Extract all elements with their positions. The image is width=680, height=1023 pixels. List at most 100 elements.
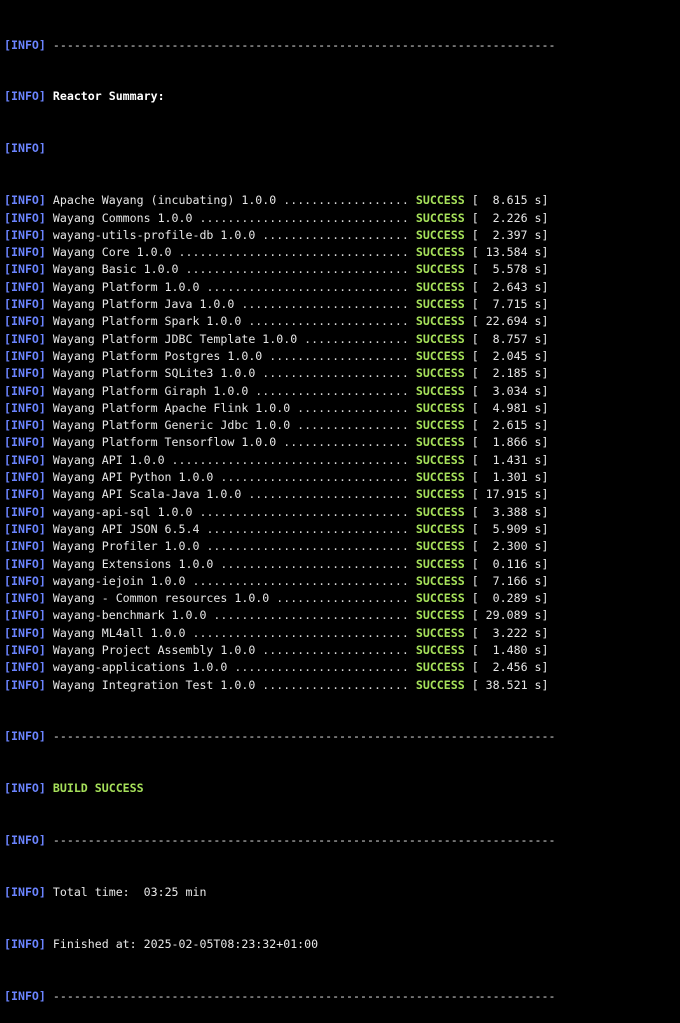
module-row: [INFO] wayang-api-sql 1.0.0 ............… — [4, 504, 680, 521]
info-tag: [INFO] — [4, 833, 46, 848]
finished-at-line: [INFO] Finished at: 2025-02-05T08:23:32+… — [4, 936, 680, 953]
separator: ----------------------------------------… — [52, 729, 556, 744]
time-bracket-close: ] — [541, 504, 549, 519]
module-status: SUCCESS — [415, 521, 465, 536]
separator: ----------------------------------------… — [52, 988, 556, 1003]
separator-line: [INFO] ---------------------------------… — [4, 832, 680, 849]
time-bracket-close: ] — [541, 521, 549, 536]
module-status: SUCCESS — [415, 314, 465, 329]
module-time: 5.909 s — [492, 521, 542, 536]
dot-leader: ........................... — [213, 470, 416, 485]
info-tag: [INFO] — [4, 331, 46, 346]
module-name: Wayang Platform Postgres 1.0.0 — [52, 348, 263, 363]
dot-leader: ..................... — [255, 366, 416, 381]
total-time-line: [INFO] Total time: 03:25 min — [4, 884, 680, 901]
module-time: 2.456 s — [492, 660, 542, 675]
time-bracket-open: [ — [464, 400, 493, 415]
time-bracket-close: ] — [541, 366, 549, 381]
separator: ----------------------------------------… — [52, 37, 556, 52]
info-tag: [INFO] — [4, 297, 46, 312]
module-row: [INFO] Wayang Profiler 1.0.0 ...........… — [4, 538, 680, 555]
module-time: 1.431 s — [492, 452, 542, 467]
time-bracket-open: [ — [464, 435, 493, 450]
module-name: Wayang API JSON 6.5.4 — [52, 521, 200, 536]
time-bracket-open: [ — [464, 470, 493, 485]
dot-leader: ............................... — [185, 625, 416, 640]
module-row: [INFO] Wayang Platform 1.0.0 ...........… — [4, 279, 680, 296]
module-status: SUCCESS — [415, 591, 465, 606]
dot-leader: .............................. — [192, 504, 416, 519]
module-time: 3.388 s — [492, 504, 542, 519]
module-row: [INFO] Wayang - Common resources 1.0.0 .… — [4, 590, 680, 607]
module-row: [INFO] Wayang Commons 1.0.0 ............… — [4, 210, 680, 227]
module-name: Wayang ML4all 1.0.0 — [52, 625, 186, 640]
module-status: SUCCESS — [415, 487, 465, 502]
time-bracket-open: [ — [464, 279, 493, 294]
dot-leader: ............................... — [185, 573, 416, 588]
module-name: Wayang Platform Java 1.0.0 — [52, 297, 235, 312]
module-time: 2.643 s — [492, 279, 542, 294]
time-bracket-close: ] — [541, 331, 549, 346]
module-row: [INFO] Wayang API 1.0.0 ................… — [4, 452, 680, 469]
module-time: 3.034 s — [492, 383, 542, 398]
time-bracket-close: ] — [541, 348, 549, 363]
module-time: 4.981 s — [492, 400, 542, 415]
terminal-output: [INFO] ---------------------------------… — [4, 2, 680, 1023]
info-tag: [INFO] — [4, 556, 46, 571]
time-bracket-open: [ — [464, 660, 493, 675]
time-bracket-close: ] — [541, 660, 549, 675]
module-name: wayang-applications 1.0.0 — [52, 660, 228, 675]
dot-leader: ............................ — [206, 608, 416, 623]
time-bracket-open: [ — [464, 573, 493, 588]
module-status: SUCCESS — [415, 331, 465, 346]
module-status: SUCCESS — [415, 556, 465, 571]
time-bracket-open: [ — [464, 366, 493, 381]
info-tag: [INFO] — [4, 435, 46, 450]
info-tag: [INFO] — [4, 141, 46, 156]
info-tag: [INFO] — [4, 608, 46, 623]
time-bracket-open: [ — [464, 677, 486, 692]
module-time: 2.300 s — [492, 539, 542, 554]
module-name: Wayang Project Assembly 1.0.0 — [52, 642, 256, 657]
info-tag: [INFO] — [4, 660, 46, 675]
time-bracket-close: ] — [541, 245, 549, 260]
info-tag: [INFO] — [4, 504, 46, 519]
dot-leader: ..................... — [255, 642, 416, 657]
module-name: Wayang Extensions 1.0.0 — [52, 556, 214, 571]
module-time: 0.289 s — [492, 591, 542, 606]
module-name: Wayang Integration Test 1.0.0 — [52, 677, 256, 692]
module-time: 7.166 s — [492, 573, 542, 588]
time-bracket-close: ] — [541, 193, 549, 208]
module-status: SUCCESS — [415, 504, 465, 519]
module-status: SUCCESS — [415, 608, 465, 623]
info-tag: [INFO] — [4, 642, 46, 657]
info-tag: [INFO] — [4, 988, 46, 1003]
dot-leader: ................................ — [178, 262, 416, 277]
module-status: SUCCESS — [415, 435, 465, 450]
separator-line-top: [INFO] ---------------------------------… — [4, 37, 680, 54]
time-bracket-open: [ — [464, 314, 486, 329]
time-bracket-open: [ — [464, 625, 493, 640]
module-row: [INFO] wayang-utils-profile-db 1.0.0 ...… — [4, 227, 680, 244]
info-tag: [INFO] — [4, 245, 46, 260]
module-row: [INFO] Wayang Platform Spark 1.0.0 .....… — [4, 313, 680, 330]
time-bracket-close: ] — [541, 677, 549, 692]
time-bracket-close: ] — [541, 573, 549, 588]
module-time: 1.866 s — [492, 435, 542, 450]
module-row: [INFO] Wayang Basic 1.0.0 ..............… — [4, 261, 680, 278]
module-row: [INFO] Wayang Integration Test 1.0.0 ...… — [4, 677, 680, 694]
dot-leader: .................. — [276, 435, 416, 450]
module-row: [INFO] Apache Wayang (incubating) 1.0.0 … — [4, 192, 680, 209]
time-bracket-open: [ — [464, 227, 493, 242]
dot-leader: .................... — [262, 348, 416, 363]
info-tag: [INFO] — [4, 366, 46, 381]
time-bracket-open: [ — [464, 487, 486, 502]
info-tag: [INFO] — [4, 677, 46, 692]
time-bracket-open: [ — [464, 521, 493, 536]
time-bracket-close: ] — [541, 383, 549, 398]
time-bracket-open: [ — [464, 504, 493, 519]
module-status: SUCCESS — [415, 383, 465, 398]
info-tag: [INFO] — [4, 210, 46, 225]
info-tag: [INFO] — [4, 193, 46, 208]
time-bracket-open: [ — [464, 642, 493, 657]
